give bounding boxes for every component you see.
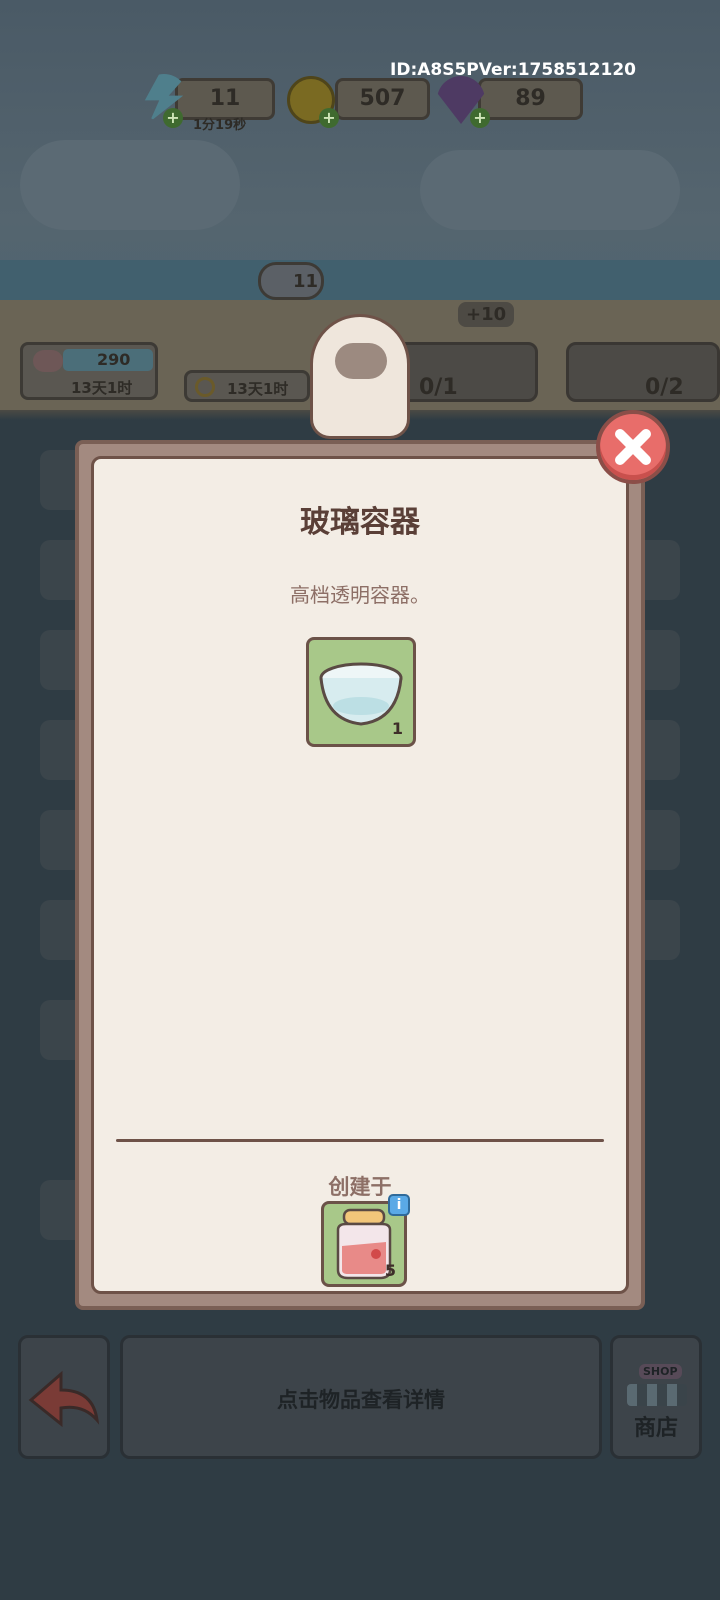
station-timer: 13天1时 [71,379,133,397]
item-detail-dialog: 玻璃容器 高档透明容器。 1 创建于 i 5 [75,440,645,1310]
order-count: 0/1 [419,375,458,400]
back-arrow-icon [28,1370,100,1428]
cat-character [310,314,410,439]
left-station[interactable]: 290 13天1时 [20,342,158,400]
info-badge[interactable]: i [388,1194,410,1216]
coin-value: 507 [359,86,406,111]
close-icon [615,429,651,465]
middle-station-timer[interactable]: 13天1时 [184,370,310,402]
source-count: 5 [384,1261,396,1280]
created-from-label: 创建于 [328,1175,392,1199]
id-version-label: ID:A8S5PVer:1758512120 [390,60,636,80]
add-energy-button[interactable]: + [163,108,183,128]
item-count: 1 [391,719,403,738]
item-card[interactable]: 1 [306,637,416,747]
source-item-card[interactable]: i 5 [321,1194,410,1287]
dialog-panel: 玻璃容器 高档透明容器。 1 创建于 i 5 [91,456,629,1294]
station-value: 290 [97,350,131,369]
shell-icon [33,350,63,372]
energy-timer: 1分19秒 [193,118,247,133]
shop-awning-icon [627,1384,687,1406]
add-coins-button[interactable]: + [319,108,339,128]
item-description: 高档透明容器。 [290,583,430,607]
back-button[interactable] [18,1335,110,1459]
coin-counter[interactable]: 507 [335,78,430,120]
hint-text: 点击物品查看详情 [277,1388,445,1412]
hint-bar: 点击物品查看详情 [120,1335,602,1459]
shop-label: 商店 [633,1416,678,1441]
gem-value: 89 [515,86,546,111]
gem-counter[interactable]: 89 [478,78,583,120]
divider [116,1139,604,1142]
shop-sign: SHOP [639,1364,682,1379]
cloud [20,140,240,230]
bubble-count: 11 [293,271,319,292]
add-gems-button[interactable]: + [470,108,490,128]
close-button[interactable] [596,410,670,484]
energy-value: 11 [209,86,241,111]
order-plate-2[interactable]: 0/2 [566,342,720,402]
cat-face-mask [335,343,387,379]
speech-bubble: 11 [258,262,324,300]
item-title: 玻璃容器 [300,505,420,540]
middle-timer-text: 13天1时 [227,380,289,398]
shop-button[interactable]: SHOP 商店 [610,1335,702,1459]
order-plate-1[interactable]: 0/1 [396,342,538,402]
clock-icon [195,377,215,397]
order-bonus: +10 [458,302,515,327]
order-count: 0/2 [645,375,684,400]
cloud [420,150,680,230]
